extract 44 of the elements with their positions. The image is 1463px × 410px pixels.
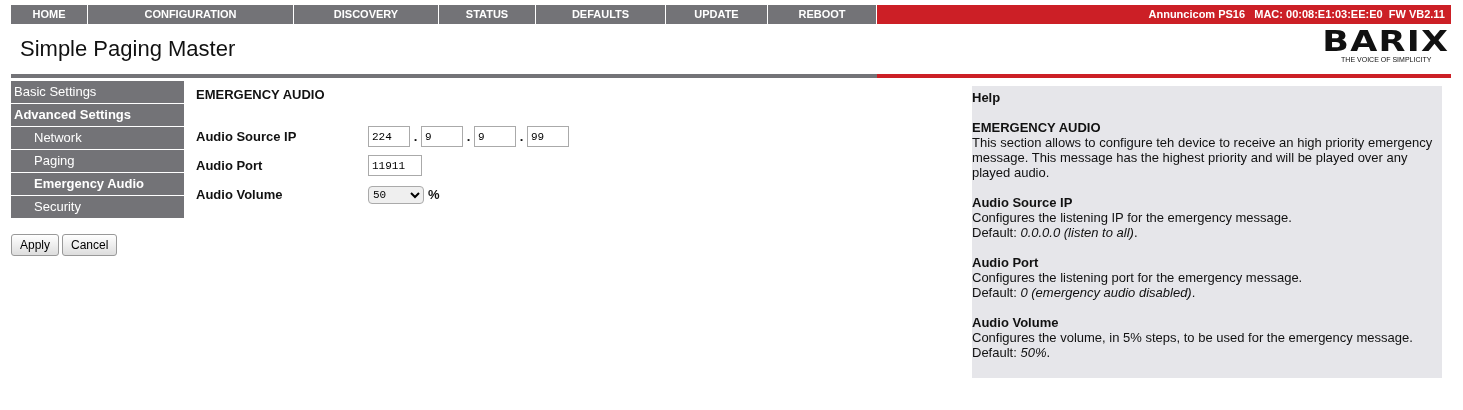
nav-tab[interactable]: HOME	[11, 5, 87, 24]
help-text: Configures the listening IP for the emergency message.	[972, 210, 1293, 225]
sidebar-item[interactable]: Basic Settings	[11, 81, 184, 103]
field-label: Audio Volume	[196, 185, 284, 204]
ip-separator: .	[518, 127, 525, 146]
help-text: Configures the volume, in 5% steps, to be used for the emergency message.	[972, 330, 1414, 345]
field-label: Audio Source IP	[196, 127, 298, 146]
help-heading: EMERGENCY AUDIO	[972, 120, 1102, 135]
input-field[interactable]: 11911	[368, 155, 422, 176]
help-heading: Audio Volume	[972, 315, 1060, 330]
help-text: This section allows to configure teh device to receive an high priority emergency message. This message has the highest priority and will be played over any played audio.	[972, 135, 1434, 180]
nav-tab[interactable]: STATUS	[439, 5, 535, 24]
sidebar-item[interactable]: Security	[11, 196, 184, 218]
page-title: Simple Paging Master	[20, 35, 236, 63]
device-info: Annuncicom PS16 MAC: 00:08:E1:03:EE:E0 FW VB2.11	[877, 5, 1451, 24]
form-button[interactable]: Apply	[11, 234, 60, 256]
help-text: Default: 0 (emergency audio disabled).	[972, 285, 1197, 300]
logo-text: BARIX	[1322, 28, 1450, 56]
sidebar-item[interactable]: Emergency Audio	[11, 173, 184, 195]
ip-separator: .	[412, 127, 419, 146]
help-text: Default: 0.0.0.0 (listen to all).	[972, 225, 1139, 240]
nav-tab[interactable]: UPDATE	[666, 5, 767, 24]
sidebar-item[interactable]: Advanced Settings	[11, 104, 184, 126]
sidebar-item[interactable]: Network	[11, 127, 184, 149]
unit-label: %	[428, 185, 440, 204]
input-field[interactable]: 224	[368, 126, 410, 147]
input-field[interactable]: 9	[474, 126, 516, 147]
volume-select[interactable]: 50	[368, 185, 424, 204]
field-label: Audio Port	[196, 156, 264, 175]
nav-tab[interactable]: CONFIGURATION	[88, 5, 293, 24]
help-title: Help	[972, 90, 1002, 105]
nav-tab[interactable]: DISCOVERY	[294, 5, 438, 24]
input-field[interactable]: 99	[527, 126, 569, 147]
sidebar-item[interactable]: Paging	[11, 150, 184, 172]
ip-separator: .	[465, 127, 472, 146]
nav-tab[interactable]: REBOOT	[768, 5, 876, 24]
nav-tab[interactable]: DEFAULTS	[536, 5, 665, 24]
section-title: EMERGENCY AUDIO	[196, 87, 326, 102]
help-text: Default: 50%.	[972, 345, 1052, 360]
input-field[interactable]: 9	[421, 126, 463, 147]
help-heading: Audio Source IP	[972, 195, 1074, 210]
help-text: Configures the listening port for the emergency message.	[972, 270, 1304, 285]
help-heading: Audio Port	[972, 255, 1040, 270]
form-button[interactable]: Cancel	[62, 234, 118, 256]
